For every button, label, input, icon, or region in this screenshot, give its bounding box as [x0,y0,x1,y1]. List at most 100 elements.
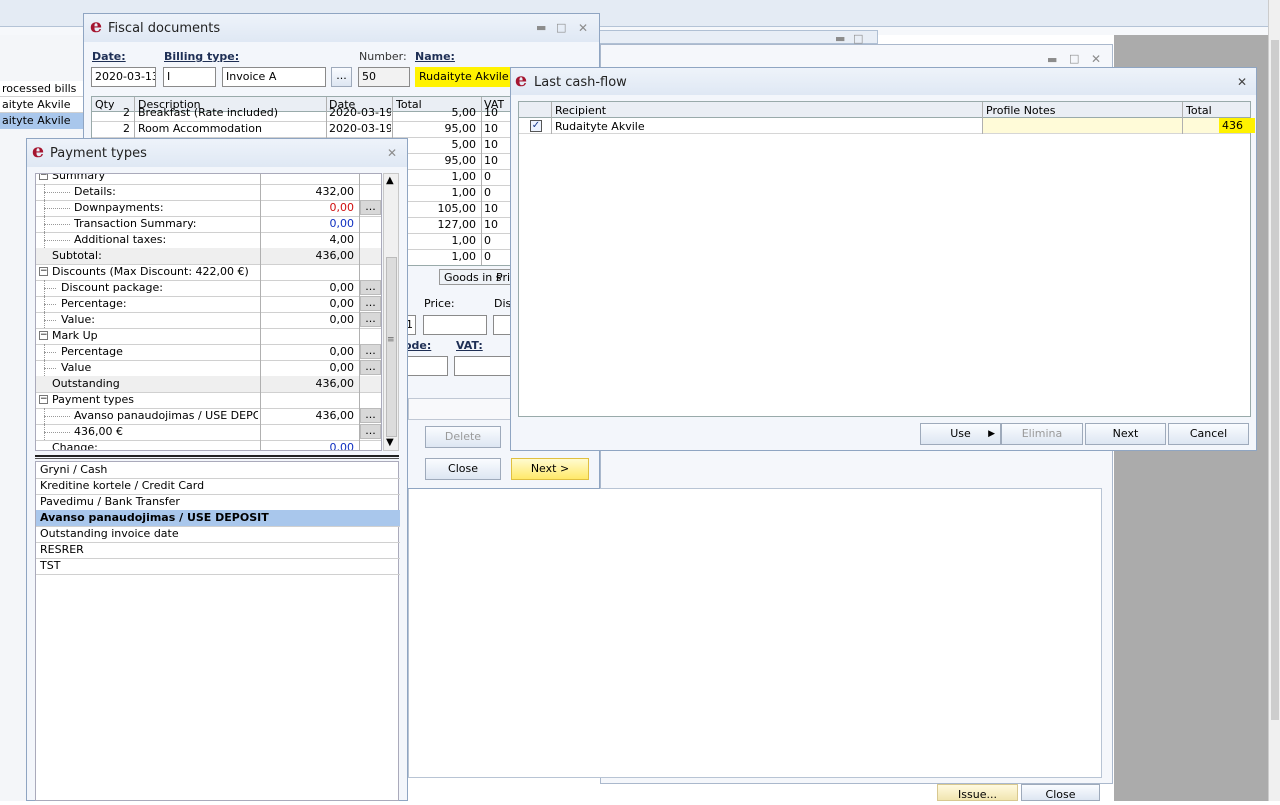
payment-summary-grid: − Summary Details: 432,00 Downpayments: 0,00.… [35,173,382,451]
background-window-frame: ▬ □ [590,30,878,45]
edit-button[interactable]: ... [360,344,381,359]
payment-type-item[interactable]: TST [36,558,400,575]
main-scrollbar[interactable] [1268,0,1280,801]
collapse-icon[interactable]: − [39,174,48,180]
tab-price[interactable]: Pri [496,271,510,284]
collapse-icon[interactable]: − [39,395,48,404]
tree-row[interactable]: Outstanding 436,00 [36,376,381,393]
use-button[interactable]: Use ▶ [920,423,1001,445]
next-button[interactable]: Next > [511,458,589,480]
vat-cell: 10 [484,154,498,167]
tree-guide [44,224,70,225]
tree-value: 0,00 [329,201,355,214]
minimize-icon[interactable]: ▬ [536,21,546,34]
close-icon[interactable]: ✕ [1237,75,1247,89]
number-label: Number: [359,50,407,63]
tree-row[interactable]: Discount package: 0,00... [36,280,381,297]
col-profile-notes[interactable]: Profile Notes [986,104,1055,117]
scroll-up-icon[interactable]: ▲ [386,175,394,186]
billing-code-field[interactable]: I [163,67,216,87]
minimize-icon[interactable]: ▬ [1047,53,1057,66]
tree-row[interactable]: − Discounts (Max Discount: 422,00 €) [36,264,381,281]
profile-notes-cell[interactable] [983,118,1183,133]
delete-button[interactable]: Delete [425,426,501,448]
total-cell: 95,00 [444,122,477,135]
maximize-icon[interactable]: □ [1069,52,1079,65]
code-field[interactable] [404,356,448,376]
close-icon[interactable]: ✕ [1091,52,1101,66]
tree-value: 0,00 [329,313,355,326]
tree-label: Mark Up [52,329,98,342]
tree-guide [44,240,70,241]
col-total[interactable]: Total [1186,104,1212,117]
summary-scrollbar[interactable]: ▲ ≡ ▼ [383,173,399,451]
elimina-button[interactable]: Elimina [1001,423,1083,445]
window-title: Payment types [50,146,147,161]
list-item[interactable]: rocessed bills [0,81,84,97]
tree-row[interactable]: − Payment types [36,392,381,409]
col-separator [1182,102,1183,134]
close-icon[interactable]: ✕ [578,21,588,35]
tree-row[interactable]: Percentage 0,00... [36,344,381,361]
tree-row[interactable]: Downpayments: 0,00... [36,200,381,217]
edit-button[interactable]: ... [360,200,381,215]
payment-type-item[interactable]: RESRER [36,542,400,559]
edit-button[interactable]: ... [360,280,381,295]
table-row[interactable]: 2 Breakfast (Rate included) 2020-03-19 5,00… [92,105,510,122]
tree-value: 0,00 [329,281,355,294]
description-cell: Breakfast (Rate included) [138,106,278,119]
tree-row[interactable]: Value: 0,00... [36,312,381,329]
main-scrollbar-thumb[interactable] [1271,40,1279,720]
tree-row[interactable]: − Mark Up [36,328,381,345]
edit-button[interactable]: ... [360,312,381,327]
billing-lookup-button[interactable]: ... [331,67,352,87]
edit-button[interactable]: ... [360,296,381,311]
tree-row[interactable]: Percentage: 0,00... [36,296,381,313]
vat-label: VAT: [456,339,483,352]
background-content-area [408,488,1102,778]
tree-guide [44,208,70,209]
payment-type-item[interactable]: Outstanding invoice date [36,526,400,543]
next-button[interactable]: Next [1085,423,1166,445]
billing-name-field[interactable]: Invoice A [222,67,326,87]
edit-button[interactable]: ... [360,360,381,375]
issue-button[interactable]: Issue... [937,784,1018,801]
tree-row[interactable]: Change: 0,00 [36,440,381,450]
tree-row[interactable]: Additional taxes: 4,00 [36,232,381,249]
list-item-selected[interactable]: aityte Akvile [0,113,84,129]
table-row[interactable]: ✓ Rudaityte Akvile 436 [519,118,1255,134]
price-field[interactable] [423,315,487,335]
payment-type-item[interactable]: Kreditine kortele / Credit Card [36,478,400,495]
maximize-icon[interactable]: □ [556,21,566,34]
tree-row[interactable]: Avanso panaudojimas / USE DEPOSIT 436,00.… [36,408,381,425]
list-item[interactable]: aityte Akvile [0,97,84,113]
close-icon[interactable]: ✕ [387,146,397,160]
vat-field[interactable] [454,356,514,376]
scrollbar-thumb[interactable] [386,257,397,437]
tree-row[interactable]: Details: 432,00 [36,184,381,201]
payment-type-item[interactable]: Pavedimu / Bank Transfer [36,494,400,511]
tree-row[interactable]: Subtotal: 436,00 [36,248,381,265]
splitter[interactable] [35,455,399,459]
collapse-icon[interactable]: − [39,267,48,276]
tab-goods[interactable]: Goods in s [444,271,501,284]
name-field[interactable]: Rudaityte Akvile [415,67,515,87]
tree-label: Percentage [61,345,123,358]
payment-type-item-selected[interactable]: Avanso panaudojimas / USE DEPOSIT [36,510,400,527]
row-checkbox[interactable]: ✓ [530,120,542,132]
edit-button[interactable]: ... [360,408,381,423]
date-field[interactable]: 2020-03-13 [91,67,156,87]
tree-row[interactable]: Transaction Summary: 0,00 [36,216,381,233]
description-cell: Room Accommodation [138,122,262,135]
close-button[interactable]: Close [425,458,501,480]
edit-button[interactable]: ... [360,424,381,439]
table-row[interactable]: 2 Room Accommodation 2020-03-19 95,00 10 [92,121,510,138]
cancel-button[interactable]: Cancel [1168,423,1249,445]
scroll-down-icon[interactable]: ▼ [386,437,394,448]
collapse-icon[interactable]: − [39,331,48,340]
tree-row[interactable]: 436,00 €... [36,424,381,441]
tree-row[interactable]: Value 0,00... [36,360,381,377]
payment-type-item[interactable]: Gryni / Cash [36,462,400,479]
col-recipient[interactable]: Recipient [555,104,606,117]
bottom-close-button[interactable]: Close [1021,784,1100,801]
